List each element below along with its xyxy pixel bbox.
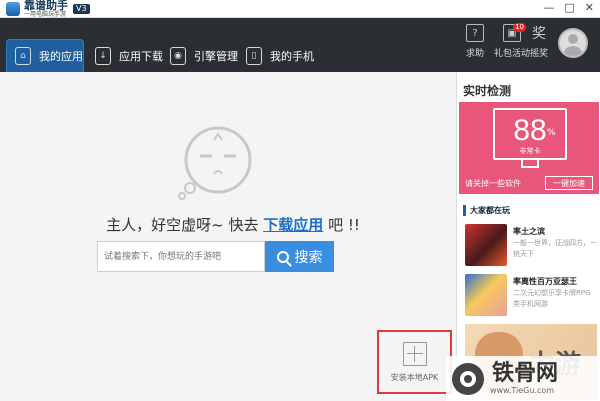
minimize-button[interactable]: —: [543, 1, 554, 14]
logo-text: 靠谱助手 一用电脑玩手游: [24, 0, 68, 18]
gift-badge: 10: [513, 23, 526, 32]
game-thumbnail: [465, 274, 507, 316]
app-logo: 靠谱助手 一用电脑玩手游 V3: [6, 0, 90, 18]
game-desc: 一般一世界，征战四方，一统天下: [513, 239, 597, 258]
close-button[interactable]: ✕: [585, 1, 594, 14]
realtime-title: 实时检测: [463, 84, 512, 98]
main-panel: 主人，好空虚呀~ 快去 下载应用 吧 !! 搜索 安装本地APK: [10, 72, 456, 401]
watermark-url: www.TieGu.com: [489, 386, 555, 395]
list-item[interactable]: 率离性百万亚瑟王 二次元幻想乐享卡牌RPG类手机网游: [465, 274, 599, 320]
tab-engine-manage[interactable]: ◉ 引擎管理: [170, 39, 238, 72]
lottery-button[interactable]: 奖 摇奖: [530, 24, 548, 59]
boost-button[interactable]: 一键加速: [545, 176, 593, 190]
monitor-icon: 88 % 非常卡: [493, 108, 567, 168]
watermark-text-block: 铁骨网 www.TieGu.com: [486, 361, 559, 396]
plus-icon: [402, 341, 427, 366]
lottery-icon: 奖: [532, 26, 546, 42]
help-button[interactable]: ? 求助: [466, 24, 484, 59]
tab-my-phone[interactable]: ▯ 我的手机: [246, 39, 314, 72]
app-name: 靠谱助手: [24, 0, 68, 12]
tab-label: 我的手机: [270, 49, 314, 63]
watermark-text: 铁骨网: [492, 361, 559, 386]
help-label: 求助: [466, 49, 485, 59]
games-section-title: 大家都在玩: [463, 205, 510, 216]
game-name: 率离性百万亚瑟王: [513, 277, 577, 286]
monitor-stand: [521, 160, 539, 168]
maximize-button[interactable]: □: [564, 1, 574, 14]
empty-message: 主人，好空虚呀~ 快去 下载应用 吧 !!: [10, 214, 456, 235]
realtime-hint: 请关掉一些软件: [465, 179, 521, 188]
nav-bar: ⌂ 我的应用 ↓ 应用下载 ◉ 引擎管理 ▯ 我的手机 ? 求助 ▣ 10 礼包活…: [0, 18, 600, 72]
game-thumbnail: [465, 224, 507, 266]
sidebar: 实时检测 88 % 非常卡 请关掉一些软件 一键加速 大家都在玩 率土之滨 一般…: [456, 72, 600, 401]
avatar[interactable]: [558, 28, 588, 58]
install-local-apk-button[interactable]: 安装本地APK: [377, 330, 452, 394]
phone-icon: ▯: [246, 46, 262, 65]
home-icon: ⌂: [15, 47, 31, 65]
tab-label: 引擎管理: [194, 49, 238, 63]
tab-label: 我的应用: [39, 50, 83, 63]
empty-suffix: 吧 !!: [328, 216, 360, 234]
watermark: 铁骨网 www.TieGu.com: [446, 356, 600, 401]
title-bar: 靠谱助手 一用电脑玩手游 V3 — □ ✕: [0, 0, 600, 18]
game-desc: 二次元幻想乐享卡牌RPG类手机网游: [513, 289, 591, 308]
search-button[interactable]: 搜索: [265, 241, 334, 272]
version-badge: V3: [73, 4, 90, 14]
search-button-label: 搜索: [294, 248, 323, 265]
list-item[interactable]: 率土之滨 一般一世界，征战四方，一统天下: [465, 224, 599, 270]
sad-face-icon: [178, 126, 252, 200]
app-subtitle: 一用电脑玩手游: [24, 11, 67, 18]
download-icon: ↓: [95, 46, 111, 65]
realtime-status: 非常卡: [519, 147, 541, 155]
apk-button-label: 安装本地APK: [390, 372, 439, 382]
search-icon: [276, 250, 289, 263]
tab-my-apps[interactable]: ⌂ 我的应用: [6, 39, 84, 72]
gift-activity-button[interactable]: ▣ 10 礼包活动: [494, 23, 531, 59]
download-apps-link[interactable]: 下载应用: [263, 216, 323, 234]
gift-label: 礼包活动: [494, 49, 531, 59]
tab-app-download[interactable]: ↓ 应用下载: [95, 39, 163, 72]
lottery-label: 摇奖: [530, 49, 549, 59]
game-name: 率土之滨: [513, 227, 545, 236]
gift-icon: ▣ 10: [503, 23, 526, 42]
help-icon: ?: [466, 24, 484, 42]
watermark-logo-icon: [452, 362, 484, 395]
app-window: 靠谱助手 一用电脑玩手游 V3 — □ ✕ ⌂ 我的应用 ↓ 应用下载 ◉ 引擎…: [0, 0, 600, 401]
android-icon: ◉: [170, 46, 186, 65]
window-controls: — □ ✕: [543, 1, 594, 14]
tab-label: 应用下载: [119, 49, 163, 63]
realtime-panel: 88 % 非常卡 请关掉一些软件 一键加速: [459, 102, 599, 194]
empty-prefix: 主人，好空虚呀~ 快去: [106, 216, 259, 234]
search-input[interactable]: [97, 241, 265, 272]
realtime-unit: %: [547, 128, 556, 138]
logo-mark-icon: [6, 2, 20, 16]
